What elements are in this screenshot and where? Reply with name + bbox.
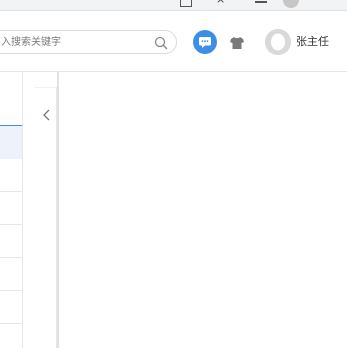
collapsed-panel bbox=[35, 87, 57, 348]
app-window: × bbox=[0, 0, 347, 348]
user-name[interactable]: 张主任 bbox=[296, 34, 329, 50]
list-divider bbox=[0, 290, 22, 291]
search-icon[interactable] bbox=[154, 35, 168, 50]
top-header: 张主任 bbox=[0, 11, 347, 72]
close-icon[interactable]: × bbox=[216, 0, 226, 6]
message-icon[interactable] bbox=[193, 30, 217, 54]
list-divider bbox=[0, 224, 22, 225]
list-divider bbox=[0, 257, 22, 258]
list-divider bbox=[0, 191, 22, 192]
chevron-left-icon[interactable] bbox=[40, 106, 54, 124]
search-box[interactable] bbox=[0, 30, 177, 54]
minimize-icon[interactable] bbox=[255, 1, 267, 3]
shirt-icon[interactable] bbox=[229, 35, 245, 49]
search-input[interactable] bbox=[1, 34, 141, 50]
avatar[interactable] bbox=[265, 29, 291, 55]
restore-window-icon[interactable] bbox=[180, 0, 192, 7]
collapse-button[interactable] bbox=[40, 106, 54, 124]
browser-chrome: × bbox=[0, 0, 347, 11]
profile-icon[interactable] bbox=[283, 0, 299, 8]
list-panel bbox=[0, 72, 23, 348]
list-divider bbox=[0, 323, 22, 324]
list-item-selected[interactable] bbox=[0, 125, 22, 159]
main-content bbox=[57, 72, 347, 348]
